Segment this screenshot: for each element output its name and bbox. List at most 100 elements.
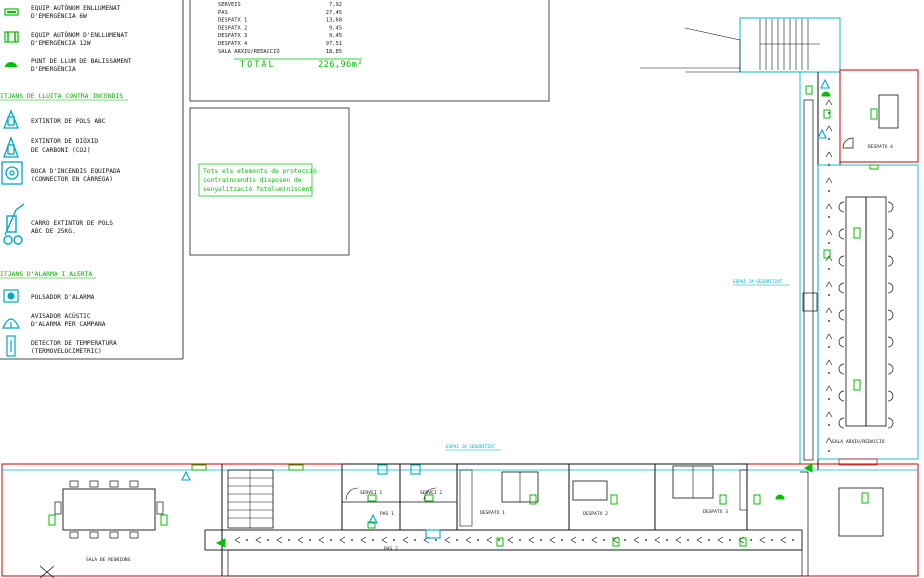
- chair: [887, 363, 894, 375]
- evac-arrow: [507, 536, 514, 544]
- chair: [887, 309, 894, 321]
- evac-arrow: [825, 281, 833, 288]
- evac-dot: [561, 539, 563, 541]
- legend-item-light-point-line1: PUNT DE LLUM DE BALISSAMENT: [31, 58, 132, 65]
- areas-table: SERVEIS 7,92 PAS 27,45 DESPATX 1 13,60 DESPATX…: [189, 0, 550, 102]
- evac-dot: [645, 539, 647, 541]
- area-row-name: SERVEIS: [218, 2, 241, 8]
- evac-dot: [330, 539, 332, 541]
- chair: [838, 390, 845, 402]
- legend-item-cart-line1: CARRO EXTINTOR DE POLS: [31, 220, 113, 227]
- low-light-point-icon: [5, 62, 17, 67]
- room-label-servei2: SERVEI 2: [420, 490, 442, 496]
- evac-dot: [828, 164, 830, 166]
- evac-arrow: [528, 536, 535, 544]
- evac-arrow: [825, 385, 833, 392]
- note-line3: senyalització fotoluminiscent: [203, 185, 313, 193]
- evac-dot: [828, 398, 830, 400]
- abc-powder-extinguisher-icon: [3, 109, 19, 129]
- evac-dot: [828, 320, 830, 322]
- evac-dot: [624, 539, 626, 541]
- area-row-value: 13,60: [326, 18, 342, 24]
- evac-dot: [603, 539, 605, 541]
- total-value: 226,96m²: [318, 60, 363, 70]
- evac-arrow: [759, 536, 766, 544]
- chair: [887, 336, 894, 348]
- legend-item-pushbutton: POLSADOR D'ALARMA: [31, 294, 95, 301]
- evac-arrow: [297, 536, 304, 544]
- legend-item-bell-line2: D'ALARMA PER CAMPANA: [31, 321, 106, 328]
- evac-dot: [666, 539, 668, 541]
- evac-arrow: [696, 536, 703, 544]
- evac-arrow: [381, 536, 388, 544]
- evac-dot: [414, 539, 416, 541]
- chair: [838, 255, 845, 267]
- evac-arrow: [549, 536, 556, 544]
- evac-dot: [477, 539, 479, 541]
- evac-dot: [750, 539, 752, 541]
- room-labels: DESPATX 4 SALA ARXIU/REDACCIÓ SALA DE RE…: [86, 144, 893, 563]
- evac-arrow: [654, 536, 661, 544]
- evac-dot: [828, 450, 830, 452]
- evac-arrow: [402, 536, 409, 544]
- evac-arrow: [255, 536, 262, 544]
- evac-arrow: [825, 229, 833, 236]
- chair: [838, 417, 845, 429]
- evac-arrow: [825, 359, 833, 366]
- evac-dot: [456, 539, 458, 541]
- chair: [838, 309, 845, 321]
- fire-section-heading: ITJANS DE LLUITA CONTRA INCENDIS: [0, 92, 123, 100]
- evac-arrow: [780, 536, 787, 544]
- evac-arrow: [570, 536, 577, 544]
- legend-item-emergency-6w-line1: EQUIP AUTÒNOM ENLLUMENAT: [31, 3, 121, 12]
- evac-dot: [351, 539, 353, 541]
- evac-note-horizontal: ESPAI JA SEGURITZAT: [446, 444, 496, 450]
- legend-item-co2-line2: DE CARBONI (CO2): [31, 147, 91, 154]
- evac-arrow: [360, 536, 367, 544]
- evac-dot: [828, 294, 830, 296]
- evac-dot: [687, 539, 689, 541]
- evac-dot: [309, 539, 311, 541]
- legend-item-emergency-12w-line2: D'EMERGÈNCIA 12W: [31, 38, 91, 47]
- room-label-pas2: PAS 2: [384, 546, 398, 552]
- room-label-despatx4: DESPATX 4: [868, 144, 893, 150]
- temperature-detector-icon: [6, 335, 16, 357]
- chair: [887, 417, 894, 429]
- evac-arrow: [276, 536, 283, 544]
- area-row-value: 18,85: [326, 49, 342, 55]
- evac-dot: [792, 539, 794, 541]
- area-row-name: DESPATX 1: [218, 18, 247, 24]
- emergency-devices: [48, 85, 879, 548]
- evac-dot: [828, 216, 830, 218]
- wheeled-extinguisher-icon: [3, 203, 25, 245]
- floor-plan: EQUIP AUTÒNOM ENLLUMENAT D'EMERGÈNCIA 6W…: [0, 0, 919, 578]
- co2-extinguisher-icon: [3, 136, 19, 158]
- note-line2: contraincendis disposen de: [203, 177, 302, 184]
- evac-arrow: [591, 536, 598, 544]
- evac-dot: [828, 372, 830, 374]
- note-line1: Tots els elements de protecció: [203, 167, 317, 175]
- evac-dot: [828, 268, 830, 270]
- building-plan: [1, 17, 919, 578]
- evac-arrow: [318, 536, 325, 544]
- area-row-value: 27,45: [326, 10, 342, 16]
- evac-dot: [582, 539, 584, 541]
- area-row-name: DESPATX 2: [218, 25, 247, 31]
- evac-arrow: [465, 536, 472, 544]
- evac-dot: [828, 424, 830, 426]
- evac-dot: [771, 539, 773, 541]
- alarm-bell-icon: [2, 318, 20, 329]
- legend-item-detector-line2: (TERMOVELOCIMÈTRIC): [31, 346, 102, 355]
- area-row-name: DESPATX 3: [218, 33, 247, 39]
- evac-dot: [393, 539, 395, 541]
- evac-note-vertical: ESPAI JA SEGURITZAT: [733, 279, 783, 285]
- evac-dot: [828, 346, 830, 348]
- evacuation-route: [234, 99, 833, 544]
- room-label-despatx2: DESPATX 2: [583, 511, 608, 517]
- total-label: TOTAL: [240, 60, 276, 70]
- chair: [838, 201, 845, 213]
- chair: [887, 228, 894, 240]
- room-label-pas1: PAS 1: [380, 511, 394, 517]
- chair: [887, 201, 894, 213]
- evac-dot: [372, 539, 374, 541]
